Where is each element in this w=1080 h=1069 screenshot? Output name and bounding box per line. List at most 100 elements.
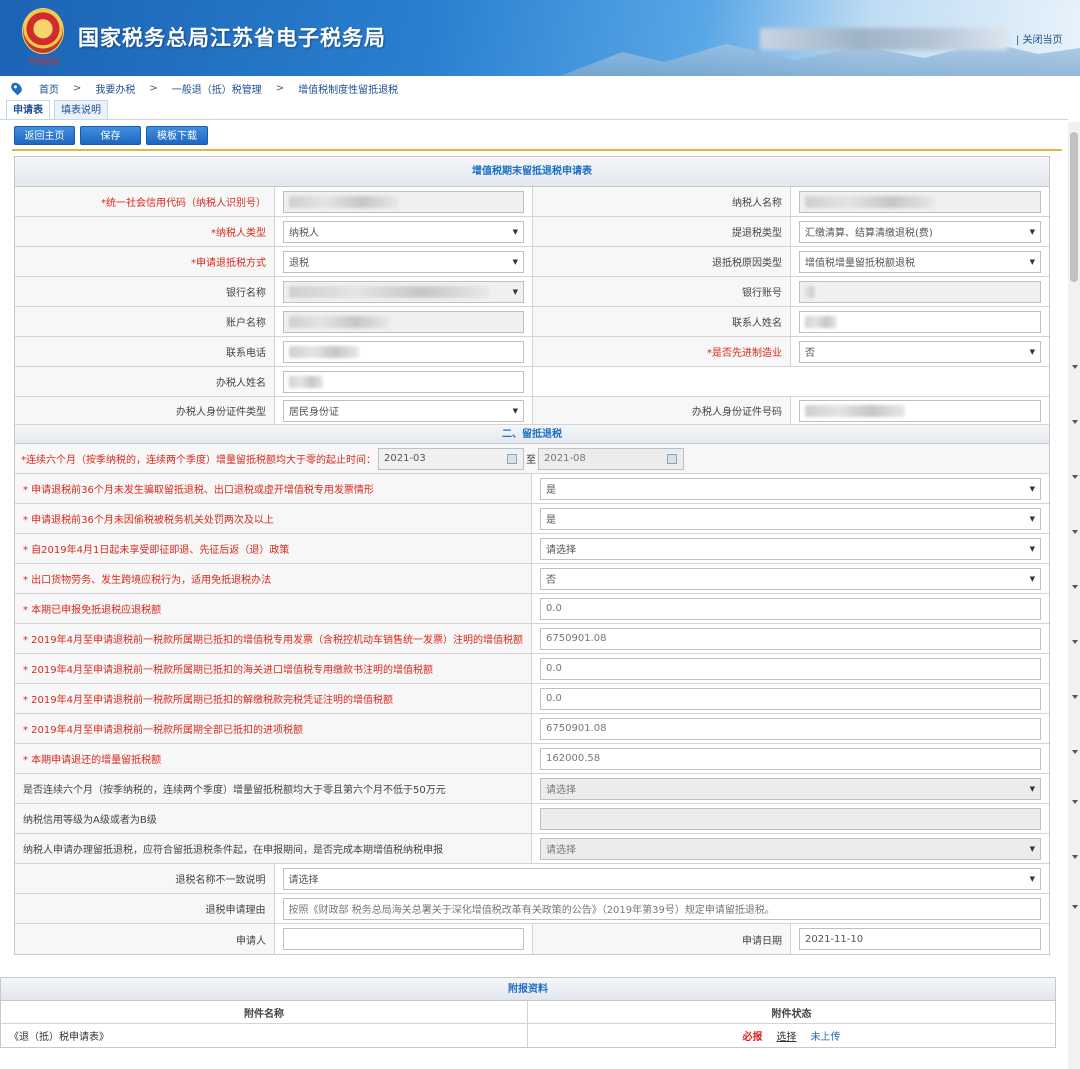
attachments-section: 附报资料 附件名称 附件状态 《退（抵）税申请表》 必报 选择 未上传 [0,977,1056,1048]
refund-type-select[interactable]: 汇缴清算、结算清缴退税(费) [799,220,1041,243]
form-row: *纳税人类型 纳税人 提退税类型 汇缴清算、结算清缴退税(费) [15,217,1049,247]
save-button[interactable]: 保存 [80,126,141,145]
question-input[interactable]: 0.0 [540,597,1041,620]
toolbar: 返回主页 保存 模板下载 [14,126,208,145]
bank-account-label: 银行账号 [742,288,782,299]
handler-id-number-label: 办税人身份证件号码 [692,407,782,418]
form-title: 增值税期末留抵退税申请表 [15,157,1049,187]
scroll-arrow-icon [1072,475,1078,479]
question-label: * 2019年4月至申请退税前一税款所属期已抵扣的增值税专用发票（含税控机动车销… [23,635,523,646]
attachment-name: 《退（抵）税申请表》 [1,1024,529,1047]
question-row: 纳税信用等级为A级或者为B级 [15,804,1049,834]
scroll-arrow-icon [1072,855,1078,859]
attachment-status-header: 附件状态 [771,1008,812,1020]
scrollbar-thumb[interactable] [1070,132,1078,282]
breadcrumb-separator: > [149,82,158,94]
phone-field[interactable] [283,340,524,363]
question-input[interactable]: 0.0 [540,687,1041,710]
refund-method-select[interactable]: 退税 [283,250,524,273]
handler-id-number-field[interactable] [799,399,1041,422]
question-row: 纳税人申请办理留抵退税，应符合留抵退税条件起，在申报期间，是否完成本期增值税纳税… [15,834,1049,864]
scroll-arrow-icon [1072,695,1078,699]
period-end-field: 2021-08 [538,447,684,470]
question-label: * 2019年4月至申请退税前一税款所属期全部已抵扣的进项税额 [23,725,303,736]
form-row: 办税人身份证件类型 居民身份证 办税人身份证件号码 [15,397,1049,425]
taxpayer-type-label: *纳税人类型 [211,228,266,239]
contact-name-field[interactable] [799,310,1041,333]
refund-type-label: 提退税类型 [732,228,782,239]
breadcrumb-tax-services[interactable]: 我要办税 [95,81,135,96]
attachment-row: 《退（抵）税申请表》 必报 选择 未上传 [1,1024,1055,1047]
applicant-label: 申请人 [236,935,266,947]
refund-method-label: *申请退抵税方式 [191,258,266,269]
breadcrumb-refund-management[interactable]: 一般退（抵）税管理 [172,81,262,96]
question-label: * 本期申请退还的增量留抵税额 [23,755,162,766]
advanced-manufacturing-select[interactable]: 否 [799,340,1041,363]
choose-file-link[interactable]: 选择 [777,1028,797,1043]
form-row: 联系电话 *是否先进制造业 否 [15,337,1049,367]
site-title: 国家税务总局江苏省电子税务局 [78,26,386,50]
question-row: 是否连续六个月（按季纳税的，连续两个季度）增量留抵税额均大于零且第六个月不低于5… [15,774,1049,804]
question-row: * 申请退税前36个月未因偷税被税务机关处罚两次及以上 是 [15,504,1049,534]
attachments-title: 附报资料 [1,978,1055,1001]
scroll-arrow-icon [1072,365,1078,369]
attachment-name-header: 附件名称 [1,1001,528,1023]
apply-date-field[interactable]: 2021-11-10 [799,928,1041,950]
question-input[interactable]: 0.0 [540,657,1041,680]
question-input[interactable]: 6750901.08 [540,627,1041,650]
location-pin-icon [9,80,24,96]
vertical-scrollbar[interactable] [1068,122,1080,1069]
question-select: 请选择 [540,777,1041,800]
breadcrumb: 首页 > 我要办税 > 一般退（抵）税管理 > 增值税制度性留抵退税 [0,78,1080,98]
question-select[interactable]: 是 [540,477,1041,500]
scroll-arrow-icon [1072,905,1078,909]
question-input[interactable]: 6750901.08 [540,717,1041,740]
question-select[interactable]: 否 [540,567,1041,590]
upload-status: 未上传 [810,1032,841,1043]
question-input [540,807,1041,830]
period-label: *连续六个月（按季纳税的，连续两个季度）增量留抵税额均大于零的起止时间： [21,455,376,466]
applicant-field[interactable] [283,928,524,950]
scroll-arrow-icon [1072,750,1078,754]
tab-instructions[interactable]: 填表说明 [54,100,108,120]
question-row: * 2019年4月至申请退税前一税款所属期已抵扣的解缴税款完税凭证注明的增值税额… [15,684,1049,714]
breadcrumb-separator: > [275,82,285,94]
question-label: * 自2019年4月1日起未享受即征即退、先征后返（退）政策 [23,545,290,556]
handler-name-label: 办税人姓名 [216,378,266,389]
breadcrumb-home[interactable]: 首页 [39,81,59,96]
form-row: 申请人 申请日期 2021-11-10 [15,924,1049,954]
credit-code-label: *统一社会信用代码（纳税人识别号） [101,198,266,209]
attachments-header-row: 附件名称 附件状态 [1,1001,1055,1024]
question-input[interactable]: 162000.58 [540,747,1041,770]
taxpayer-type-select[interactable]: 纳税人 [283,220,524,243]
scroll-arrow-icon [1072,640,1078,644]
period-start-field[interactable]: 2021-03 [378,447,524,470]
account-name-field [283,310,524,333]
handler-name-field[interactable] [283,370,524,393]
question-label: * 申请退税前36个月未发生骗取留抵退税、出口退税或虚开增值税专用发票情形 [23,485,374,496]
tab-application[interactable]: 申请表 [6,100,50,120]
close-page-link[interactable]: | 关闭当页 [1016,31,1063,46]
calendar-icon[interactable] [507,453,517,464]
name-mismatch-select[interactable]: 请选择 [282,867,1041,890]
scroll-arrow-icon [1072,420,1078,424]
tab-bar: 申请表 填表说明 [6,100,108,120]
handler-id-type-select[interactable]: 居民身份证 [283,399,524,422]
question-label: 纳税人申请办理留抵退税，应符合留抵退税条件起，在申报期间，是否完成本期增值税纳税… [23,845,443,856]
question-select[interactable]: 是 [540,507,1041,530]
template-download-button[interactable]: 模板下载 [146,126,208,145]
taxpayer-name-label: 纳税人名称 [732,198,782,209]
question-label: * 本期已申报免抵退税应退税额 [23,605,162,616]
question-label: * 出口货物劳务、发生跨境应税行为，适用免抵退税办法 [23,575,272,586]
refund-reason-label: 退税申请理由 [205,905,266,916]
scroll-arrow-icon [1072,585,1078,589]
back-home-button[interactable]: 返回主页 [14,126,75,145]
refund-reason-field[interactable]: 按照《财政部 税务总局海关总署关于深化增值税改革有关政策的公告》（2019年第3… [282,897,1041,920]
tab-divider [0,119,1068,120]
question-row: * 2019年4月至申请退税前一税款所属期已抵扣的增值税专用发票（含税控机动车销… [15,624,1049,654]
form-row: *申请退抵税方式 退税 退抵税原因类型 增值税增量留抵税额退税 [15,247,1049,277]
bank-name-select[interactable] [283,280,524,303]
question-label: 是否连续六个月（按季纳税的，连续两个季度）增量留抵税额均大于零且第六个月不低于5… [23,785,446,796]
question-select[interactable]: 请选择 [540,537,1041,560]
reason-type-select[interactable]: 增值税增量留抵税额退税 [799,250,1041,273]
